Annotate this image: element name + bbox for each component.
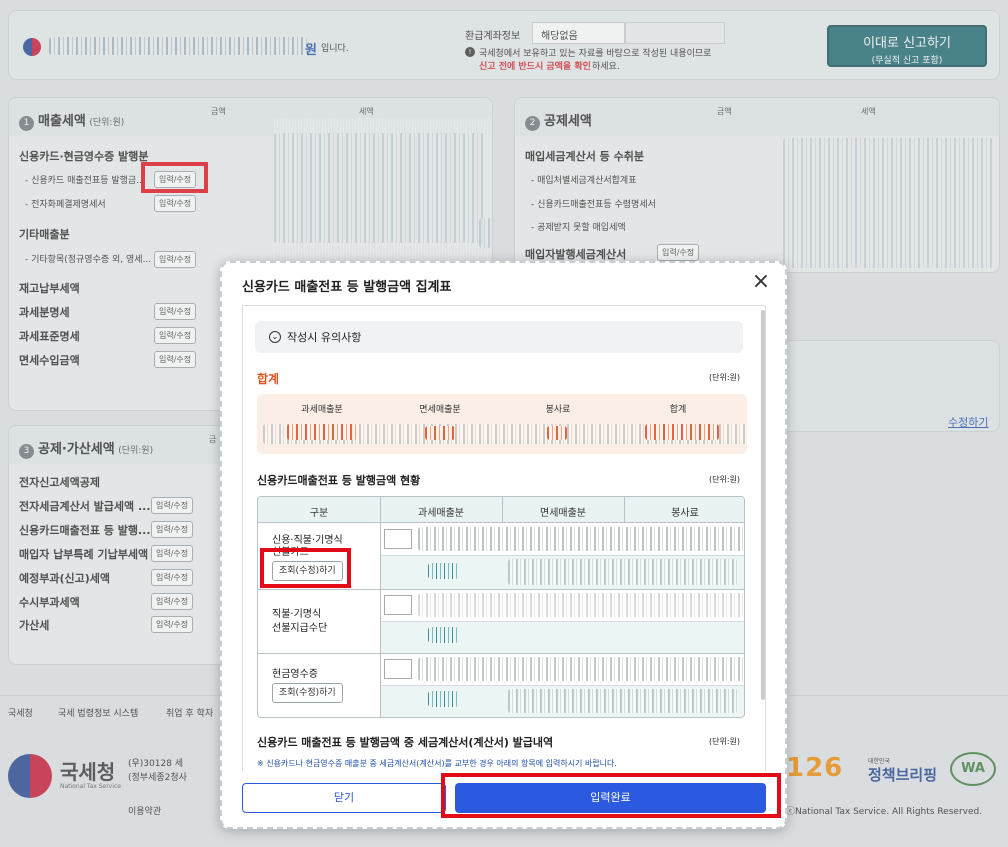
masked-row2-sub [428, 627, 458, 643]
modal-complete-button[interactable]: 입력완료 [455, 783, 766, 813]
masked-row3-sub [428, 691, 458, 707]
card-sales-summary-modal: 신용카드 매출전표 등 발행금액 집계표 × ⌄ 작성시 유의사항 합계 (단위… [220, 261, 787, 829]
row3-taxable-input[interactable] [384, 659, 412, 679]
header-taxable: 과세매출분 [418, 508, 464, 519]
invoice-unit: (단위:원) [709, 737, 741, 746]
header-service: 봉사료 [671, 508, 699, 519]
row2-label-line1: 직불·기명식 [272, 609, 322, 620]
total-unit: (단위:원) [709, 373, 741, 382]
total-summary-box: 과세매출분 면세매출분 봉사료 합계 [257, 394, 747, 454]
invoice-title: 신용카드 매출전표 등 발행금액 중 세금계산서(계산서) 발급내역 [257, 736, 554, 749]
chevron-down-icon: ⌄ [269, 331, 281, 343]
total-header-exempt: 면세매출분 [419, 405, 461, 415]
row3-label-line1: 현금영수증 [272, 669, 318, 680]
column-divider-2 [502, 497, 503, 523]
masked-total-exempt [425, 426, 455, 440]
status-unit: (단위:원) [709, 475, 741, 484]
total-header-sum: 합계 [669, 405, 687, 415]
masked-row1-sub [428, 563, 458, 579]
status-title: 신용카드매출전표 등 발행금액 현황 [257, 474, 421, 487]
total-header-taxable: 과세매출분 [301, 405, 343, 415]
total-header-service: 봉사료 [545, 405, 571, 415]
header-category: 구분 [309, 508, 329, 519]
row3-inquiry-button[interactable]: 조회(수정)하기 [272, 683, 343, 703]
row1-label-line2: 선불카드 [272, 547, 309, 558]
modal-scroll-area[interactable]: ⌄ 작성시 유의사항 합계 (단위:원) 과세매출분 면세매출분 봉사료 합계 … [242, 305, 766, 771]
masked-total-sum [645, 424, 719, 440]
invoice-note: ※ 신용카드나 현금영수증 매출분 중 세금계산서(계산서)를 교부한 경우 아… [257, 759, 617, 768]
header-exempt: 면세매출분 [540, 508, 586, 519]
notice-toggle-label: 작성시 유의사항 [287, 331, 362, 344]
status-table: 구분 과세매출분 면세매출분 봉사료 신용·직불·기명식 선불카드 조회(수정)… [257, 496, 745, 718]
column-divider-3 [624, 497, 625, 523]
masked-row3-values [418, 657, 744, 681]
row1-taxable-input[interactable] [384, 529, 412, 549]
masked-row1-sub-right [508, 559, 738, 585]
modal-title: 신용카드 매출전표 등 발행금액 집계표 [242, 280, 452, 295]
row1-inquiry-button[interactable]: 조회(수정)하기 [272, 561, 343, 581]
masked-total-service [547, 426, 567, 440]
modal-close-icon[interactable]: × [750, 271, 772, 293]
masked-row2-values [418, 593, 744, 617]
masked-row1-values [418, 527, 744, 551]
masked-total-taxable [287, 424, 357, 440]
total-title: 합계 [257, 372, 280, 386]
row-divider-1 [258, 589, 744, 590]
notice-toggle[interactable]: ⌄ 작성시 유의사항 [255, 321, 743, 353]
row-divider-2 [258, 653, 744, 654]
masked-row3-sub-right [508, 689, 738, 713]
modal-scrollbar[interactable] [761, 310, 765, 700]
row2-taxable-input[interactable] [384, 595, 412, 615]
row2-label-line2: 선불지급수단 [272, 623, 328, 634]
modal-close-button[interactable]: 닫기 [242, 783, 446, 813]
